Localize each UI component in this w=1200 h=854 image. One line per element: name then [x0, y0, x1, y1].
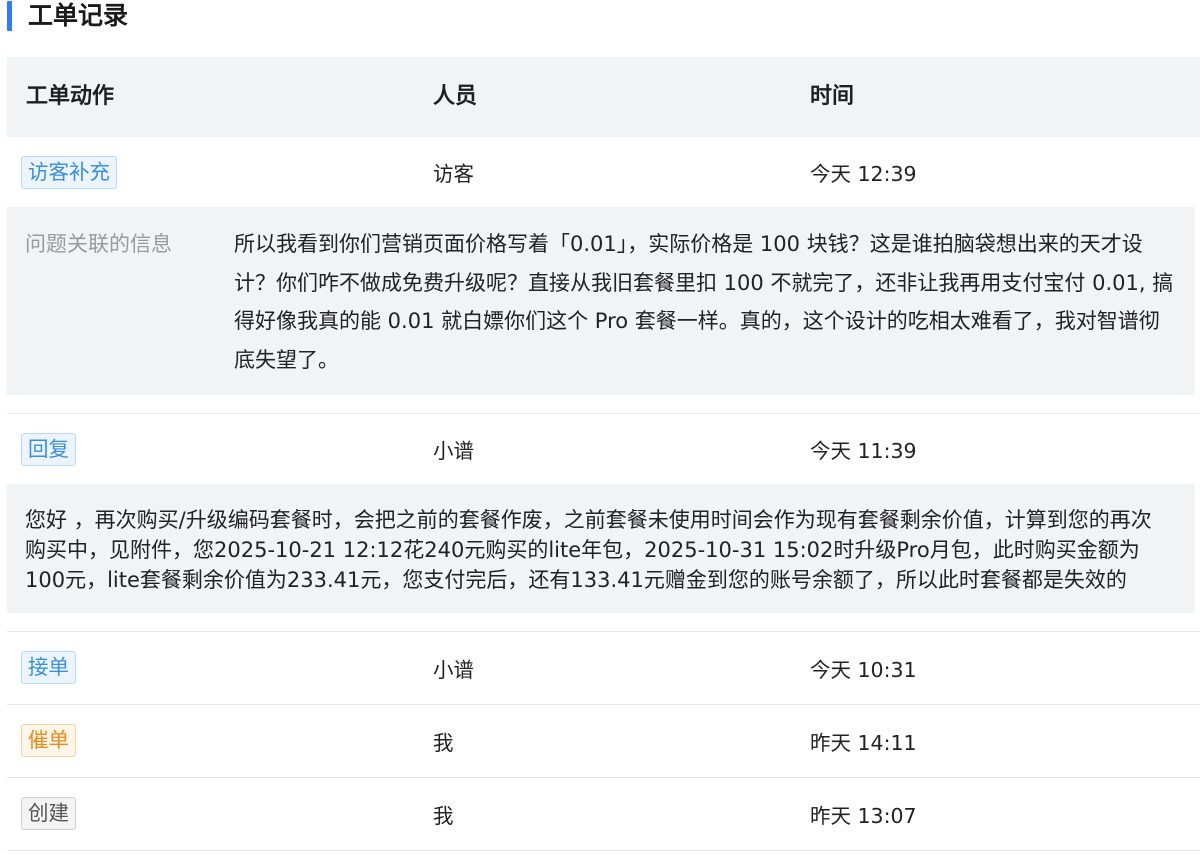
detail-box: 您好 ，再次购买/升级编码套餐时，会把之前的套餐作废，之前套餐未使用时间会作为现… [7, 484, 1195, 613]
time-cell: 昨天 14:11 [810, 731, 917, 755]
table-row: 接单 小谱 今天 10:31 [7, 632, 1200, 704]
log-record: 催单 我 昨天 14:11 [7, 705, 1200, 778]
time-cell: 今天 11:39 [810, 439, 917, 463]
detail-text: 所以我看到你们营销页面价格写着「0.01」，实际价格是 100 块钱？这是谁拍脑… [234, 232, 1174, 373]
log-record: 创建 我 昨天 13:07 [7, 778, 1200, 851]
column-header-time: 时间 [810, 84, 855, 109]
detail-text: 您好 ，再次购买/升级编码套餐时，会把之前的套餐作废，之前套餐未使用时间会作为现… [25, 508, 1152, 592]
column-header-action: 工单动作 [26, 84, 115, 109]
title-accent-bar [7, 1, 12, 31]
action-tag: 催单 [21, 724, 76, 757]
page-title: 工单记录 [28, 1, 129, 30]
person-cell: 小谱 [433, 439, 474, 463]
table-row: 催单 我 昨天 14:11 [7, 705, 1200, 777]
person-cell: 访客 [433, 162, 474, 186]
action-tag: 访客补充 [21, 156, 117, 189]
time-cell: 昨天 13:07 [810, 804, 917, 828]
detail-label: 问题关联的信息 [25, 232, 172, 256]
log-record: 回复 小谱 今天 11:39 您好 ，再次购买/升级编码套餐时，会把之前的套餐作… [7, 414, 1200, 632]
table-row: 创建 我 昨天 13:07 [7, 778, 1200, 850]
ticket-log-table: 工单动作 人员 时间 访客补充 访客 今天 12:39 问题关联的信息 所以我看… [7, 57, 1200, 851]
table-header: 工单动作 人员 时间 [7, 57, 1200, 137]
action-tag: 创建 [21, 797, 76, 830]
person-cell: 我 [433, 804, 454, 828]
detail-box: 问题关联的信息 所以我看到你们营销页面价格写着「0.01」，实际价格是 100 … [7, 207, 1195, 395]
log-record: 接单 小谱 今天 10:31 [7, 632, 1200, 705]
table-row: 回复 小谱 今天 11:39 [7, 414, 1200, 484]
log-record: 访客补充 访客 今天 12:39 问题关联的信息 所以我看到你们营销页面价格写着… [7, 137, 1200, 414]
column-header-person: 人员 [433, 84, 478, 109]
action-tag: 接单 [21, 651, 76, 684]
time-cell: 今天 12:39 [810, 162, 917, 186]
table-row: 访客补充 访客 今天 12:39 [7, 137, 1200, 207]
action-tag: 回复 [21, 433, 76, 466]
person-cell: 小谱 [433, 658, 474, 682]
time-cell: 今天 10:31 [810, 658, 917, 682]
person-cell: 我 [433, 731, 454, 755]
